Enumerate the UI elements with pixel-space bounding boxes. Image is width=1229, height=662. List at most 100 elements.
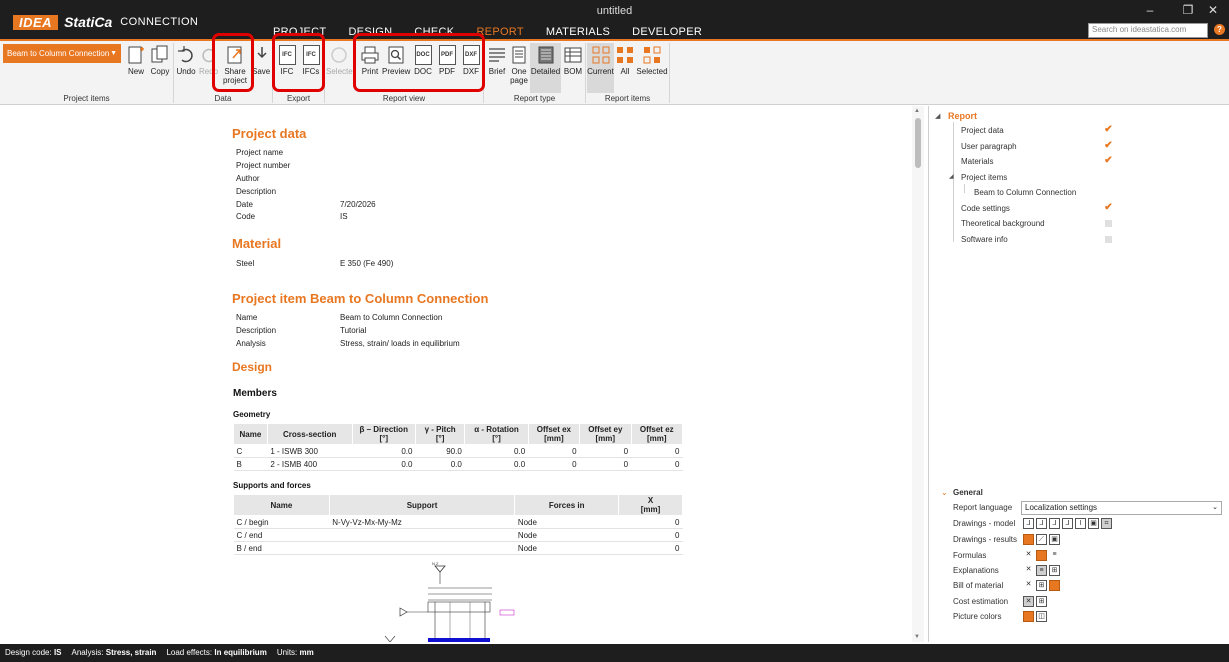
- bom-label: BOM: [563, 67, 583, 76]
- chart-icon[interactable]: ⟋: [1036, 534, 1047, 545]
- tree-item-software-info[interactable]: Software info: [961, 235, 1008, 244]
- close-icon[interactable]: ✕: [1203, 3, 1223, 17]
- tree-item-project-data[interactable]: Project data: [961, 126, 1004, 135]
- none-icon[interactable]: ✕: [1023, 596, 1034, 607]
- selected-export-button[interactable]: Selecte: [326, 45, 353, 76]
- scroll-down-icon[interactable]: ▼: [914, 634, 920, 640]
- table-cell: Node: [514, 528, 619, 542]
- cost-estimation-options: ✕ ⊞: [1023, 596, 1047, 607]
- highlight-export: [272, 33, 325, 92]
- save-button[interactable]: Save: [252, 45, 270, 76]
- geometry-header-row: Name Cross-section β – Direction [°] γ - …: [233, 423, 684, 445]
- help-icon[interactable]: ?: [1214, 24, 1225, 35]
- report-language-select[interactable]: Localization settings ⌄: [1021, 501, 1222, 515]
- scroll-thumb[interactable]: [915, 118, 921, 168]
- material-value: E 350 (Fe 490): [340, 259, 394, 268]
- new-button[interactable]: New: [125, 45, 147, 76]
- axes-icon[interactable]: ⅃: [1023, 518, 1034, 529]
- document-scrollbar[interactable]: ▲ ▼: [912, 106, 924, 642]
- tree-root-report[interactable]: Report: [948, 111, 977, 121]
- checkbox-user-paragraph[interactable]: ✔: [1104, 141, 1113, 151]
- tree-item-project-items[interactable]: Project items: [961, 173, 1007, 182]
- selected-button[interactable]: Selected: [636, 45, 668, 76]
- field-value: Stress, strain/ loads in equilibrium: [340, 339, 460, 348]
- table-cell: 0: [618, 541, 683, 555]
- tree-line: [953, 122, 954, 242]
- brief-button[interactable]: Brief: [485, 45, 509, 76]
- minimize-icon[interactable]: –: [1140, 3, 1160, 17]
- copy-icon: [150, 45, 170, 65]
- none-icon[interactable]: ✕: [1023, 550, 1034, 561]
- chevron-down-icon[interactable]: ⌄: [941, 488, 948, 497]
- checkbox-project-data[interactable]: ✔: [1104, 125, 1113, 135]
- results-icon[interactable]: [1023, 534, 1034, 545]
- table-header: Offset ex [mm]: [527, 423, 581, 445]
- table-row: B / end Node 0: [233, 541, 683, 555]
- table-row: C / end Node 0: [233, 528, 683, 542]
- checkbox-software-info[interactable]: [1105, 236, 1112, 243]
- none-icon[interactable]: ✕: [1023, 580, 1034, 591]
- tree-item-beam-connection[interactable]: Beam to Column Connection: [974, 188, 1076, 197]
- restore-icon[interactable]: ❐: [1178, 3, 1198, 17]
- table-icon[interactable]: ⊞: [1036, 596, 1047, 607]
- supports-table: Name Support Forces in X [mm] C / begin N…: [233, 494, 683, 555]
- detailed-button[interactable]: Detailed: [530, 45, 561, 76]
- checkbox-materials[interactable]: ✔: [1104, 156, 1113, 166]
- table-row: C 1 - ISWB 300 0.0 90.0 0.0 0 0 0: [233, 444, 683, 458]
- crop-icon[interactable]: ⌗: [1101, 518, 1112, 529]
- chevron-down-icon: ⌄: [1212, 504, 1218, 511]
- image-icon[interactable]: ▣: [1088, 518, 1099, 529]
- search-input[interactable]: Search on ideastatica.com: [1088, 23, 1208, 38]
- ribbon: Beam to Column Connection ▼ New Copy Pro…: [0, 33, 1229, 105]
- new-icon: [126, 45, 146, 65]
- scroll-up-icon[interactable]: ▲: [914, 108, 920, 114]
- undo-button[interactable]: Undo: [175, 45, 197, 76]
- tab-developer[interactable]: DEVELOPER: [621, 24, 713, 40]
- table-header: X [mm]: [618, 494, 683, 516]
- axes-3-icon[interactable]: ⅃: [1049, 518, 1060, 529]
- tree-item-code-settings[interactable]: Code settings: [961, 204, 1010, 213]
- picture-icon[interactable]: ▣: [1049, 534, 1060, 545]
- tree-item-user-paragraph[interactable]: User paragraph: [961, 142, 1017, 151]
- bill-of-material-label: Bill of material: [953, 581, 1004, 590]
- color-icon[interactable]: [1023, 611, 1034, 622]
- bom-icon: [563, 45, 583, 65]
- axes-2-icon[interactable]: ⅃: [1036, 518, 1047, 529]
- checkbox-code-settings[interactable]: ✔: [1104, 203, 1113, 213]
- current-button[interactable]: Current: [587, 45, 614, 76]
- table-selected-icon[interactable]: [1049, 580, 1060, 591]
- tab-materials[interactable]: MATERIALS: [535, 24, 621, 40]
- list-icon[interactable]: ≡: [1036, 565, 1047, 576]
- bom-button[interactable]: BOM: [562, 45, 584, 76]
- table-icon[interactable]: ⊞: [1049, 565, 1060, 576]
- selected-label: Selected: [636, 67, 668, 76]
- formulas-options: ✕ ≡: [1023, 550, 1060, 561]
- none-icon[interactable]: ✕: [1023, 565, 1034, 576]
- all-button[interactable]: All: [615, 45, 635, 76]
- report-settings-panel: ◢ Report Project data ✔ User paragraph ✔…: [928, 106, 1229, 642]
- group-report-view: Report view: [382, 94, 426, 103]
- table-icon[interactable]: ⊞: [1036, 580, 1047, 591]
- list-icon[interactable]: ≡: [1049, 550, 1060, 561]
- one-page-button[interactable]: One page: [509, 45, 529, 85]
- all-icon: [615, 45, 635, 65]
- copy-button[interactable]: Copy: [149, 45, 171, 76]
- table-cell: [329, 528, 515, 542]
- table-cell: 1 - ISWB 300: [267, 444, 353, 458]
- table-header: Support: [328, 494, 516, 516]
- tree-item-materials[interactable]: Materials: [961, 157, 993, 166]
- cube-icon[interactable]: ◫: [1036, 611, 1047, 622]
- field-label: Project name: [236, 148, 284, 157]
- collapse-icon[interactable]: ◢: [935, 112, 940, 120]
- checkbox-theoretical-background[interactable]: [1105, 220, 1112, 227]
- table-row: C / begin N-Vy-Vz-Mx-My-Mz Node 0: [233, 515, 683, 529]
- report-document[interactable]: Project data Project name Project number…: [0, 106, 924, 642]
- project-item-dropdown[interactable]: Beam to Column Connection ▼: [3, 44, 121, 63]
- expand-icon[interactable]: ◢: [949, 173, 954, 180]
- group-data: Data: [214, 94, 232, 103]
- general-title: General: [953, 488, 983, 497]
- section-icon[interactable]: I: [1075, 518, 1086, 529]
- tree-item-theoretical-background[interactable]: Theoretical background: [961, 219, 1045, 228]
- list-selected-icon[interactable]: [1036, 550, 1047, 561]
- axes-4-icon[interactable]: ⅃: [1062, 518, 1073, 529]
